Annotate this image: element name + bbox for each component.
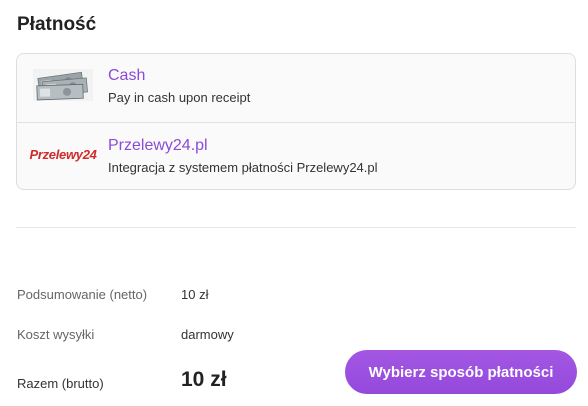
payment-method-przelewy24[interactable]: Przelewy24 Przelewy24.pl Integracja z sy… <box>17 123 575 189</box>
payment-methods-list: Cash Pay in cash upon receipt Przelewy24… <box>16 53 576 190</box>
payment-method-description: Integracja z systemem płatności Przelewy… <box>108 160 378 175</box>
przelewy24-logo: Przelewy24 <box>29 138 96 170</box>
przelewy24-logo-text: Przelewy24 <box>29 146 97 162</box>
net-total-value: 10 zł <box>181 287 209 302</box>
shipping-cost-label: Koszt wysyłki <box>17 327 95 342</box>
page-title: Płatność <box>17 14 97 35</box>
payment-method-name: Cash <box>108 67 146 84</box>
divider <box>16 227 576 228</box>
payment-method-name: Przelewy24.pl <box>108 137 208 154</box>
net-total-label: Podsumowanie (netto) <box>17 287 148 302</box>
gross-total-value: 10 zł <box>181 368 227 391</box>
payment-method-description: Pay in cash upon receipt <box>108 90 251 105</box>
shipping-cost-value: darmowy <box>181 327 234 342</box>
choose-payment-method-button[interactable]: Wybierz sposób płatności <box>345 350 577 394</box>
gross-total-label: Razem (brutto) <box>17 376 104 391</box>
cash-banknotes-icon <box>33 69 93 101</box>
payment-method-cash[interactable]: Cash Pay in cash upon receipt <box>17 54 575 123</box>
